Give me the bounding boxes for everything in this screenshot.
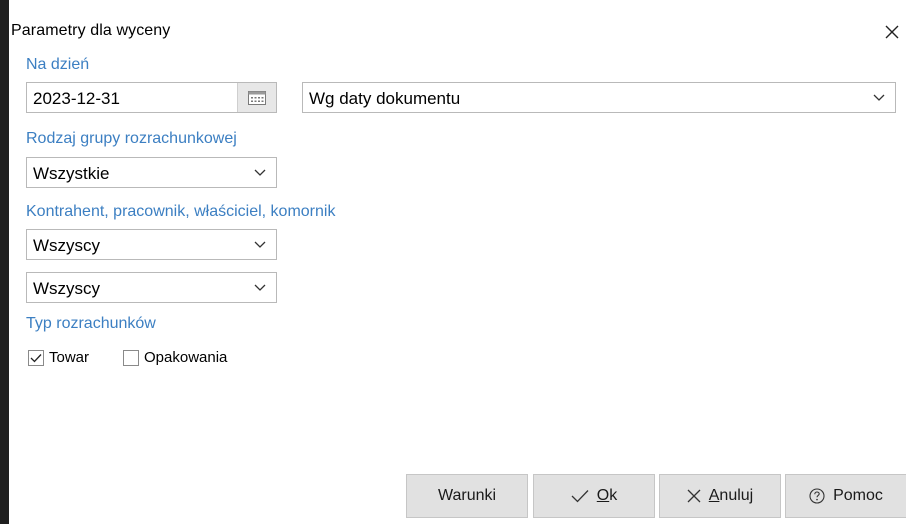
opakowania-checkbox[interactable]	[123, 349, 139, 366]
ok-button[interactable]: Ok	[533, 474, 655, 518]
ok-label: Ok	[596, 487, 618, 504]
warunki-label: Warunki	[437, 487, 497, 504]
date-value: 2023-12-31	[33, 89, 120, 108]
kontrahent-select-1[interactable]: Wszyscy	[26, 229, 277, 260]
typ-rozrachunkow-label: Typ rozrachunków	[26, 315, 156, 332]
checkmark-icon	[571, 489, 589, 503]
kontrahent-value-2: Wszyscy	[33, 279, 101, 298]
kontrahent-select-2[interactable]: Wszyscy	[26, 272, 277, 303]
chevron-down-icon	[254, 284, 266, 291]
rodzaj-grupy-value: Wszystkie	[33, 164, 110, 183]
date-mode-select[interactable]: Wg daty dokumentu	[302, 82, 896, 113]
date-input[interactable]: 2023-12-31	[26, 82, 277, 113]
pomoc-label: Pomoc	[833, 487, 883, 504]
window-title: Parametry dla wyceny	[11, 22, 171, 39]
opakowania-checkbox-row[interactable]: Opakowania	[123, 349, 227, 366]
dialog-window: Parametry dla wyceny Na dzień 2023-12-31	[0, 0, 906, 524]
rodzaj-grupy-select[interactable]: Wszystkie	[26, 157, 277, 188]
kontrahent-label: Kontrahent, pracownik, właściciel, komor…	[26, 203, 336, 220]
chevron-down-icon	[254, 241, 266, 248]
kontrahent-value-1: Wszyscy	[33, 236, 101, 255]
calendar-button[interactable]	[237, 83, 276, 112]
anuluj-label: Anuluj	[708, 487, 754, 504]
na-dzien-label: Na dzień	[26, 56, 90, 73]
towar-label: Towar	[49, 349, 90, 366]
pomoc-button[interactable]: Pomoc	[785, 474, 906, 518]
opakowania-label: Opakowania	[144, 349, 228, 366]
close-button[interactable]	[878, 18, 906, 46]
title-bar: Parametry dla wyceny	[9, 0, 906, 40]
rodzaj-grupy-label: Rodzaj grupy rozrachunkowej	[26, 130, 237, 147]
warunki-button[interactable]: Warunki	[406, 474, 528, 518]
chevron-down-icon	[873, 94, 885, 101]
checkmark-icon	[30, 353, 42, 362]
towar-checkbox[interactable]	[28, 349, 44, 366]
cancel-x-icon	[687, 489, 701, 503]
help-question-icon	[809, 488, 825, 504]
chevron-down-icon	[254, 169, 266, 176]
anuluj-button[interactable]: Anuluj	[659, 474, 781, 518]
date-mode-value: Wg daty dokumentu	[309, 89, 461, 108]
calendar-icon	[248, 90, 266, 105]
close-icon	[885, 25, 899, 39]
towar-checkbox-row[interactable]: Towar	[28, 349, 89, 366]
